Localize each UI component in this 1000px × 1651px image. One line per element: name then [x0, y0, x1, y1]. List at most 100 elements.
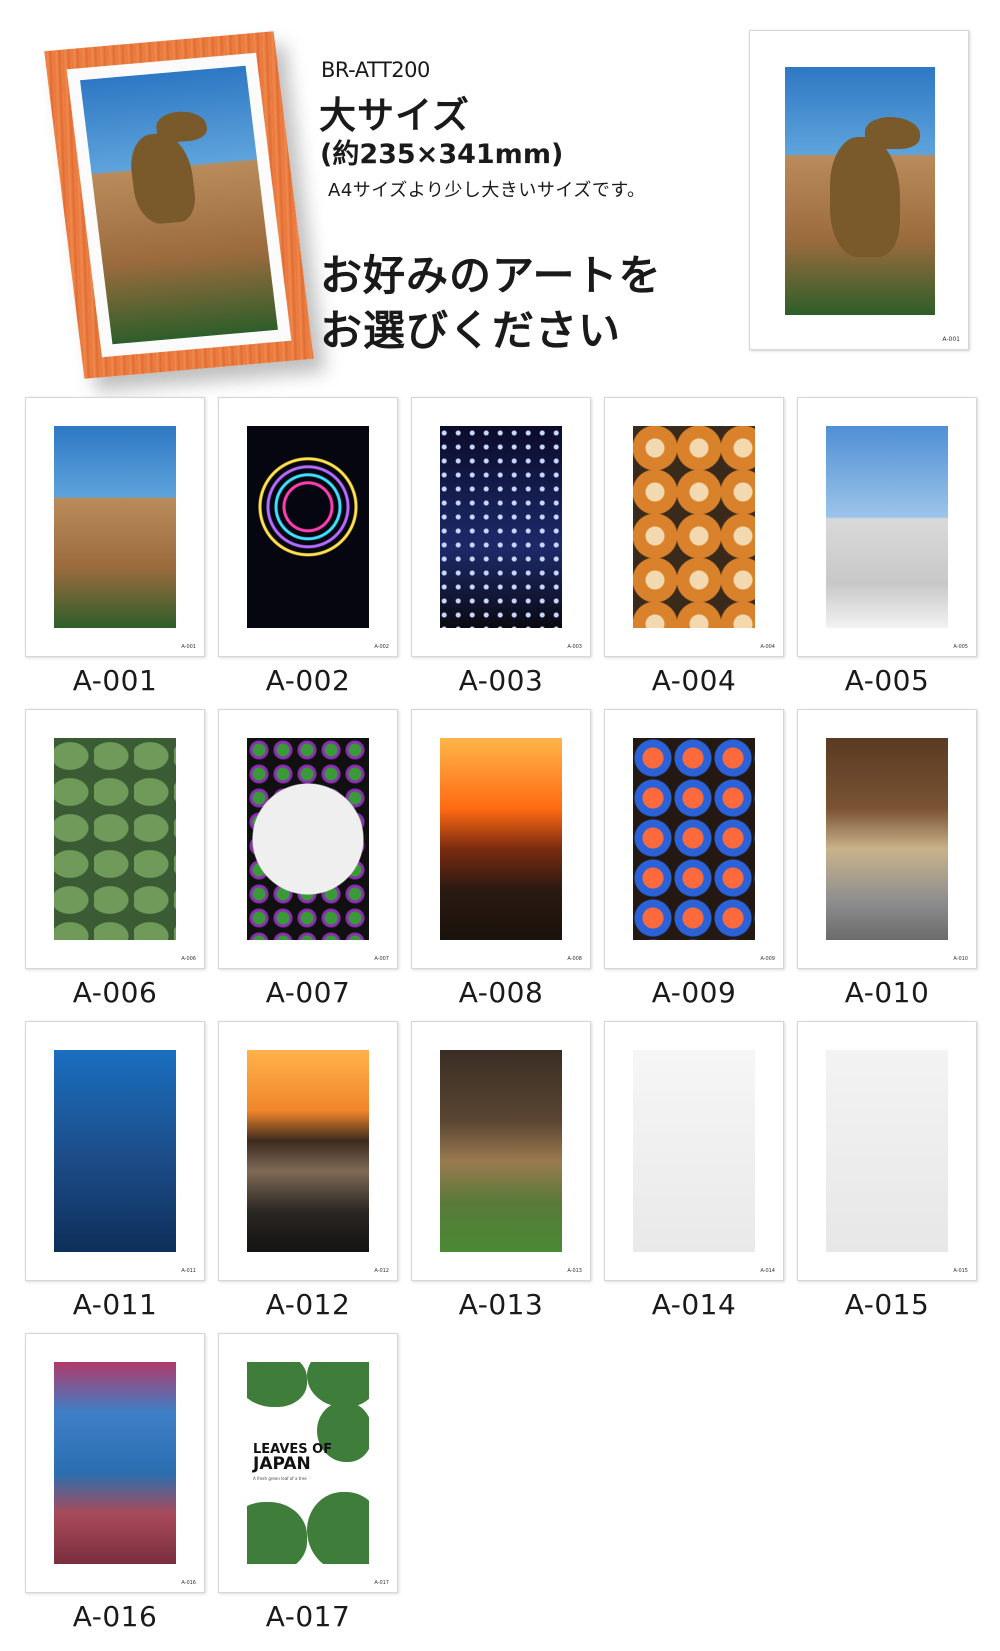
tyrannosaurus-statue-photo [54, 426, 176, 628]
card-mini-code: A-012 [374, 1268, 389, 1274]
card-mini-code: A-013 [567, 1268, 582, 1274]
art-frame [633, 1050, 755, 1252]
art-card-a-015[interactable]: A-015 [797, 1021, 977, 1281]
card-mini-code: A-001 [181, 644, 196, 650]
art-frame [54, 1050, 176, 1252]
art-card-a-010[interactable]: A-010 [797, 709, 977, 969]
card-mini-code: A-014 [760, 1268, 775, 1274]
art-code-label: A-010 [844, 976, 930, 1009]
product-code: BR-ATT200 [321, 58, 430, 82]
card-mini-code: A-010 [953, 956, 968, 962]
lionfish-photo [54, 1050, 176, 1252]
art-frame [633, 738, 755, 940]
card-mini-code: A-005 [953, 644, 968, 650]
size-dimensions: (約235×341mm) [320, 139, 564, 170]
leaves-title: LEAVES OF JAPAN [253, 1442, 332, 1474]
art-code-label: A-015 [844, 1288, 930, 1321]
mosaic-lamps-photo [633, 738, 755, 940]
dinosaur-head-shape [154, 109, 209, 144]
dinosaur-head-shape [865, 117, 920, 149]
art-card-a-008[interactable]: A-008 [411, 709, 591, 969]
art-code-label: A-003 [458, 664, 544, 697]
choose-heading-line2: お選びください [320, 306, 622, 355]
art-code-label: A-004 [651, 664, 737, 697]
preview-art [785, 67, 935, 315]
tyrannosaurus-statue-photo [785, 67, 935, 315]
art-card-a-005[interactable]: A-005 [797, 397, 977, 657]
art-card-a-009[interactable]: A-009 [604, 709, 784, 969]
leaves-title-line2: JAPAN [253, 1454, 311, 1474]
sunset-coast-photo [247, 1050, 369, 1252]
art-frame [440, 738, 562, 940]
kitten-photo [633, 1050, 755, 1252]
tyrannosaurus-statue-photo [80, 65, 278, 345]
art-card-a-004[interactable]: A-004 [604, 397, 784, 657]
art-code-label: A-007 [265, 976, 351, 1009]
card-mini-code: A-017 [374, 1580, 389, 1586]
art-code-label: A-008 [458, 976, 544, 1009]
size-note: A4サイズより少し大きいサイズです。 [328, 180, 646, 201]
art-code-label: A-006 [72, 976, 158, 1009]
art-frame [826, 1050, 948, 1252]
art-card-a-011[interactable]: A-011 [25, 1021, 205, 1281]
art-code-label: A-005 [844, 664, 930, 697]
art-frame [440, 426, 562, 628]
art-frame [633, 426, 755, 628]
monstera-leaves-art: LEAVES OF JAPAN A fresh green leaf of a tr… [247, 1362, 369, 1564]
framed-art-sample [44, 31, 314, 379]
water-lilies-photo [54, 738, 176, 940]
art-frame [247, 1050, 369, 1252]
japanese-corridor-photo [826, 738, 948, 940]
preview-mini-code: A-001 [942, 336, 960, 343]
art-code-label: A-012 [265, 1288, 351, 1321]
art-code-label: A-016 [72, 1600, 158, 1633]
art-card-a-006[interactable]: A-006 [25, 709, 205, 969]
art-frame [247, 426, 369, 628]
deer-photo [440, 1050, 562, 1252]
art-frame [826, 738, 948, 940]
sea-turtle-photo [54, 1362, 176, 1564]
art-card-a-016[interactable]: A-016 [25, 1333, 205, 1593]
size-title: 大サイズ [319, 94, 470, 137]
art-frame [54, 738, 176, 940]
card-mini-code: A-016 [181, 1580, 196, 1586]
art-card-a-012[interactable]: A-012 [218, 1021, 398, 1281]
monstera-leaf-shape [247, 1502, 307, 1564]
art-card-a-017[interactable]: LEAVES OF JAPAN A fresh green leaf of a tr… [218, 1333, 398, 1593]
monstera-leaf-shape [247, 1362, 307, 1407]
card-mini-code: A-002 [374, 644, 389, 650]
leaves-subtitle: A fresh green leaf of a tree [253, 1476, 307, 1481]
art-code-label: A-011 [72, 1288, 158, 1321]
card-mini-code: A-007 [374, 956, 389, 962]
card-mini-code: A-008 [567, 956, 582, 962]
donuts-photo [633, 426, 755, 628]
card-mini-code: A-004 [760, 644, 775, 650]
monstera-leaf-shape [307, 1492, 369, 1564]
frame-mat [66, 52, 292, 358]
art-code-label: A-014 [651, 1288, 737, 1321]
card-mini-code: A-011 [181, 1268, 196, 1274]
art-frame: LEAVES OF JAPAN A fresh green leaf of a tr… [247, 1362, 369, 1564]
art-card-a-014[interactable]: A-014 [604, 1021, 784, 1281]
art-code-label: A-001 [72, 664, 158, 697]
dinosaur-shape [127, 131, 199, 226]
art-card-a-002[interactable]: A-002 [218, 397, 398, 657]
art-frame [54, 1362, 176, 1564]
puppy-photo [826, 1050, 948, 1252]
art-card-a-013[interactable]: A-013 [411, 1021, 591, 1281]
choose-heading-line1: お好みのアートを [320, 251, 662, 300]
art-card-a-001[interactable]: A-001 [25, 397, 205, 657]
clock-tower-pine-photo [826, 426, 948, 628]
art-frame [54, 426, 176, 628]
card-mini-code: A-006 [181, 956, 196, 962]
art-frame [440, 1050, 562, 1252]
card-mini-code: A-003 [567, 644, 582, 650]
card-mini-code: A-015 [953, 1268, 968, 1274]
art-card-a-007[interactable]: A-007 [218, 709, 398, 969]
art-code-label: A-009 [651, 976, 737, 1009]
bonfire-photo [440, 738, 562, 940]
art-card-a-003[interactable]: A-003 [411, 397, 591, 657]
preview-card: A-001 [749, 30, 969, 350]
ferris-wheel-night-photo [247, 426, 369, 628]
illuminated-trees-photo [440, 426, 562, 628]
